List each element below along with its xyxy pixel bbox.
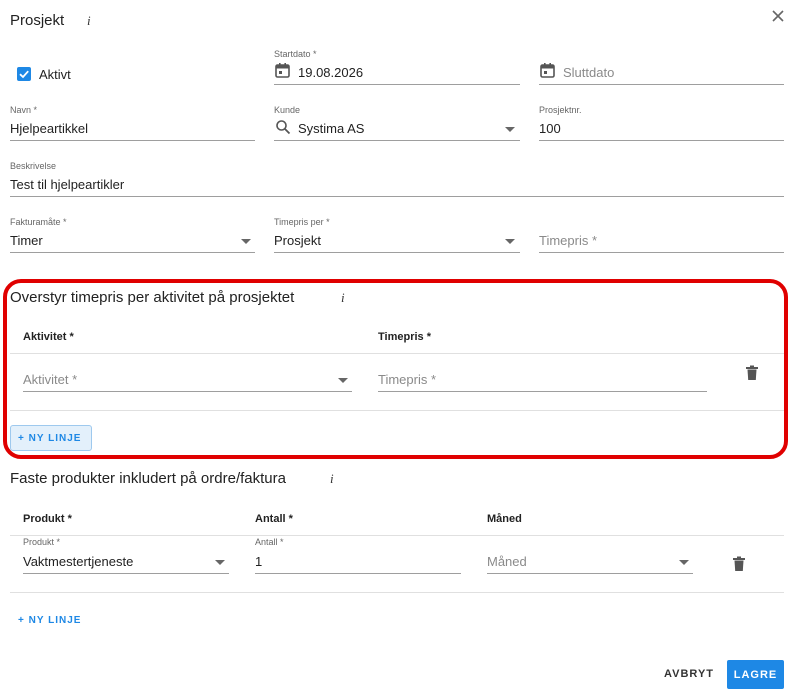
product-label: Produkt * [23, 537, 61, 547]
description-input[interactable]: Test til hjelpeartikler [10, 177, 124, 192]
start-date-label: Startdato * [274, 49, 317, 59]
product-select[interactable]: Vaktmestertjeneste [23, 554, 133, 569]
hourly-rate-per-underline [274, 252, 520, 253]
quantity-underline [255, 573, 461, 574]
hourly-rate-per-select[interactable]: Prosjekt [274, 233, 321, 248]
quantity-label: Antall * [255, 537, 284, 547]
close-icon[interactable] [768, 6, 788, 26]
col-head-month: Måned [487, 513, 522, 525]
calendar-icon[interactable] [539, 62, 556, 84]
billing-method-select[interactable]: Timer [10, 233, 43, 248]
override-info-icon[interactable]: i [341, 290, 345, 306]
trash-icon[interactable] [745, 365, 759, 386]
customer-label: Kunde [274, 105, 301, 115]
start-date-input[interactable]: 19.08.2026 [298, 65, 363, 80]
activity-select[interactable]: Aktivitet * [23, 372, 77, 387]
month-select[interactable]: Måned [487, 554, 527, 569]
col-head-product: Produkt * [23, 513, 72, 525]
hourly-rate-underline [539, 252, 784, 253]
col-head-activity: Aktivitet * [23, 331, 74, 343]
calendar-icon[interactable] [274, 62, 291, 84]
check-icon [19, 70, 29, 79]
activity-underline [23, 391, 352, 392]
project-no-underline [539, 140, 784, 141]
product-underline [23, 573, 229, 574]
name-label: Navn * [10, 105, 38, 115]
end-date-input[interactable]: Sluttdato [563, 65, 614, 80]
cancel-button[interactable]: AVBRYT [664, 668, 714, 680]
customer-select[interactable]: Systima AS [298, 121, 364, 136]
trash-icon[interactable] [732, 556, 746, 577]
divider [10, 410, 784, 411]
month-underline [487, 573, 693, 574]
divider [10, 535, 784, 536]
name-input[interactable]: Hjelpeartikkel [10, 121, 88, 136]
divider [10, 353, 784, 354]
end-date-underline [539, 84, 784, 85]
chevron-down-icon[interactable] [679, 560, 689, 565]
name-underline [10, 140, 255, 141]
chevron-down-icon[interactable] [215, 560, 225, 565]
products-info-icon[interactable]: i [330, 471, 334, 487]
chevron-down-icon[interactable] [505, 239, 515, 244]
customer-underline [274, 140, 520, 141]
start-date-underline [274, 84, 520, 85]
activity-rate-underline [378, 391, 707, 392]
products-section-title: Faste produkter inkludert på ordre/faktu… [10, 470, 286, 487]
project-no-label: Prosjektnr. [539, 105, 582, 115]
description-underline [10, 196, 784, 197]
search-icon [275, 119, 291, 140]
title-info-icon[interactable]: i [87, 13, 91, 29]
override-section-title: Overstyr timepris per aktivitet på prosj… [10, 289, 295, 306]
activity-rate-input[interactable]: Timepris * [378, 372, 436, 387]
project-no-input[interactable]: 100 [539, 121, 561, 136]
col-head-quantity: Antall * [255, 513, 293, 525]
col-head-rate: Timepris * [378, 331, 431, 343]
billing-method-label: Fakturamåte * [10, 217, 67, 227]
override-section-highlight [3, 279, 788, 459]
hourly-rate-input[interactable]: Timepris * [539, 233, 597, 248]
divider [10, 592, 784, 593]
chevron-down-icon[interactable] [241, 239, 251, 244]
billing-method-underline [10, 252, 255, 253]
hourly-rate-per-label: Timepris per * [274, 217, 330, 227]
chevron-down-icon[interactable] [505, 127, 515, 132]
quantity-input[interactable]: 1 [255, 554, 262, 569]
chevron-down-icon[interactable] [338, 378, 348, 383]
description-label: Beskrivelse [10, 161, 57, 171]
active-checkbox[interactable] [17, 67, 31, 81]
override-new-line-label: + NY LINJE [18, 433, 82, 444]
save-button[interactable]: LAGRE [727, 660, 784, 689]
dialog-title: Prosjekt [10, 12, 65, 29]
products-new-line-button[interactable]: + NY LINJE [18, 615, 81, 626]
active-label: Aktivt [39, 67, 71, 82]
